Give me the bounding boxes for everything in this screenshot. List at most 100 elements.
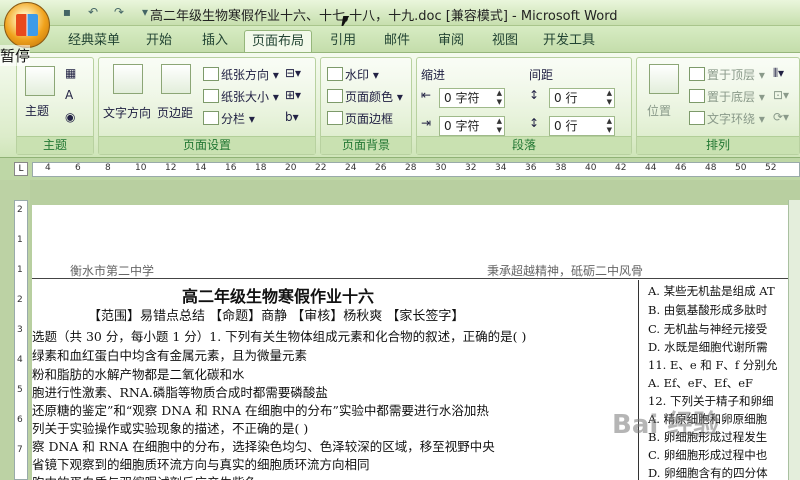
orientation-button[interactable]: 纸张方向 ▾ (203, 66, 279, 83)
right-column-line: D. 卵细胞含有的四分体 (648, 466, 768, 480)
tab-developer[interactable]: 开发工具 (534, 30, 604, 52)
tab-classic-menu[interactable]: 经典菜单 (60, 30, 128, 52)
group-label-theme: 主题 (17, 136, 93, 154)
group-icon[interactable]: ⊡▾ (773, 88, 789, 102)
indent-left-input[interactable]: 0 字符 ▲ ▼ (439, 88, 505, 108)
size-button[interactable]: 纸张大小 ▾ (203, 88, 279, 105)
vertical-ruler-tick: 4 (17, 355, 23, 365)
page-color-icon (327, 89, 343, 103)
bring-front-icon (689, 67, 705, 81)
body-line: 察 DNA 和 RNA 在细胞中的分布，选择染色均匀、色泽较深的区域，移至视野中… (32, 439, 495, 454)
watermark-button[interactable]: 水印 ▾ (327, 66, 379, 83)
position-icon (649, 64, 679, 94)
group-label-paragraph: 段落 (417, 136, 631, 154)
tab-insert[interactable]: 插入 (190, 30, 240, 52)
group-label-page-setup: 页面设置 (99, 136, 315, 154)
tab-home[interactable]: 开始 (134, 30, 184, 52)
group-arrange: 位置 置于顶层 ▾ 置于底层 ▾ 文字环绕 ▾ ⫴▾ ⊡▾ ⟳▾ 排列 (636, 57, 800, 155)
page-color-button[interactable]: 页面颜色 ▾ (327, 88, 403, 105)
pause-overlay: 暂停 (0, 45, 31, 66)
orientation-icon (203, 67, 219, 81)
body-line: 列关于实验操作或实验现象的描述，不正确的是( ) (32, 421, 309, 436)
tab-references[interactable]: 引用 (318, 30, 368, 52)
send-back-button[interactable]: 置于底层 ▾ (689, 88, 765, 105)
group-label-arrange: 排列 (637, 136, 799, 154)
vertical-ruler[interactable]: 2 1 1 2 3 4 5 6 7 (14, 200, 28, 480)
columns-icon (203, 111, 219, 125)
hyphenation-icon[interactable]: b▾ (285, 110, 299, 124)
vertical-scrollbar[interactable] (788, 200, 800, 480)
margins-button[interactable]: 页边距 (157, 104, 193, 121)
tab-mailings[interactable]: 邮件 (372, 30, 422, 52)
body-line: 还原糖的鉴定”和“观察 DNA 和 RNA 在细胞中的分布”实验中都需要进行水浴… (32, 403, 489, 418)
theme-fonts-icon[interactable]: A (65, 88, 73, 102)
tab-selector[interactable]: L (14, 162, 28, 176)
align-icon[interactable]: ⫴▾ (773, 66, 784, 81)
page-border-label: 页面边框 (345, 112, 394, 126)
horizontal-ruler-area: L 4 6 8 10 12 14 16 18 20 22 24 26 28 30 32 34 36 38 40 42 4… (0, 158, 800, 180)
ruler-tick: 42 (615, 163, 627, 173)
watermark-logo: Bai 经验 (612, 410, 720, 440)
right-column-line: 11. E、e 和 F、f 分别允 (648, 358, 778, 372)
vertical-ruler-tick: 5 (17, 385, 23, 395)
quick-access-toolbar: ▪ ↶ ↷ ▾ (56, 4, 156, 21)
body-line: 胞中的蛋白质与双缩脲试剂反应产生紫色 (32, 472, 257, 480)
column-divider (638, 280, 639, 480)
header-left: 衡水市第二中学 (70, 264, 155, 278)
right-column-line: A. 某些无机盐是组成 AT (648, 284, 775, 298)
ruler-tick: 46 (675, 163, 687, 173)
redo-icon[interactable]: ↷ (108, 4, 130, 21)
vertical-ruler-tick: 3 (17, 325, 23, 335)
indent-left-icon: ⇤ (421, 88, 432, 102)
tab-page-layout[interactable]: 页面布局 (244, 30, 312, 52)
ruler-tick: 8 (105, 163, 111, 173)
ruler-tick: 20 (285, 163, 297, 173)
columns-label: 分栏 (221, 112, 246, 126)
vertical-ruler-tick: 1 (17, 235, 23, 245)
ruler-tick: 34 (495, 163, 507, 173)
watermark-icon (327, 67, 343, 81)
ruler-tick: 24 (345, 163, 357, 173)
theme-effects-icon[interactable]: ◉ (65, 110, 75, 124)
size-icon (203, 89, 219, 103)
ruler-tick: 40 (585, 163, 597, 173)
save-icon[interactable]: ▪ (56, 4, 78, 21)
page-border-button[interactable]: 页面边框 (327, 110, 393, 127)
margins-icon (161, 64, 191, 94)
body-line: 绿素和血红蛋白中均含有金属元素，且为微量元素 (32, 348, 308, 363)
ruler-tick: 14 (195, 163, 207, 173)
space-after-input[interactable]: 0 行 ▲ ▼ (549, 116, 615, 136)
theme-button[interactable]: 主题 (25, 102, 49, 119)
breaks-icon[interactable]: ⊟▾ (285, 66, 301, 80)
page-color-label: 页面颜色 (345, 90, 394, 104)
tab-review[interactable]: 审阅 (426, 30, 476, 52)
text-direction-icon (113, 64, 143, 94)
columns-button[interactable]: 分栏 ▾ (203, 110, 255, 127)
office-button[interactable] (4, 2, 50, 48)
line-numbers-icon[interactable]: ⊞▾ (285, 88, 301, 102)
ruler-tick: 50 (735, 163, 747, 173)
tab-view[interactable]: 视图 (480, 30, 530, 52)
wrap-button[interactable]: 文字环绕 ▾ (689, 110, 765, 127)
bring-front-button[interactable]: 置于顶层 ▾ (689, 66, 765, 83)
space-after-value: 0 行 (554, 119, 578, 133)
send-back-label: 置于底层 (707, 90, 756, 104)
space-before-input[interactable]: 0 行 ▲ ▼ (549, 88, 615, 108)
right-column-line: B. 由氨基酸形成多肽时 (648, 303, 768, 317)
text-direction-button[interactable]: 文字方向 (103, 104, 151, 121)
rotate-icon[interactable]: ⟳▾ (773, 110, 789, 124)
indent-right-input[interactable]: 0 字符 ▲ ▼ (439, 116, 505, 136)
horizontal-ruler[interactable]: 4 6 8 10 12 14 16 18 20 22 24 26 28 30 32 34 36 38 40 42 44 4… (32, 162, 800, 177)
ruler-tick: 22 (315, 163, 327, 173)
title-bar: ▪ ↶ ↷ ▾ 高二年级生物寒假作业十六、十七,十八，十九.doc [兼容模式]… (0, 0, 800, 26)
vertical-ruler-tick: 2 (17, 295, 23, 305)
spacing-heading: 间距 (529, 68, 554, 82)
theme-colors-icon[interactable]: ▦ (65, 66, 76, 80)
undo-icon[interactable]: ↶ (82, 4, 104, 21)
right-column-line: C. 卵细胞形成过程中也 (648, 448, 768, 462)
indent-right-value: 0 字符 (444, 119, 480, 133)
ruler-tick: 30 (435, 163, 447, 173)
ruler-tick: 52 (765, 163, 777, 173)
position-button[interactable]: 位置 (647, 102, 671, 119)
watermark-label: 水印 (345, 68, 370, 82)
